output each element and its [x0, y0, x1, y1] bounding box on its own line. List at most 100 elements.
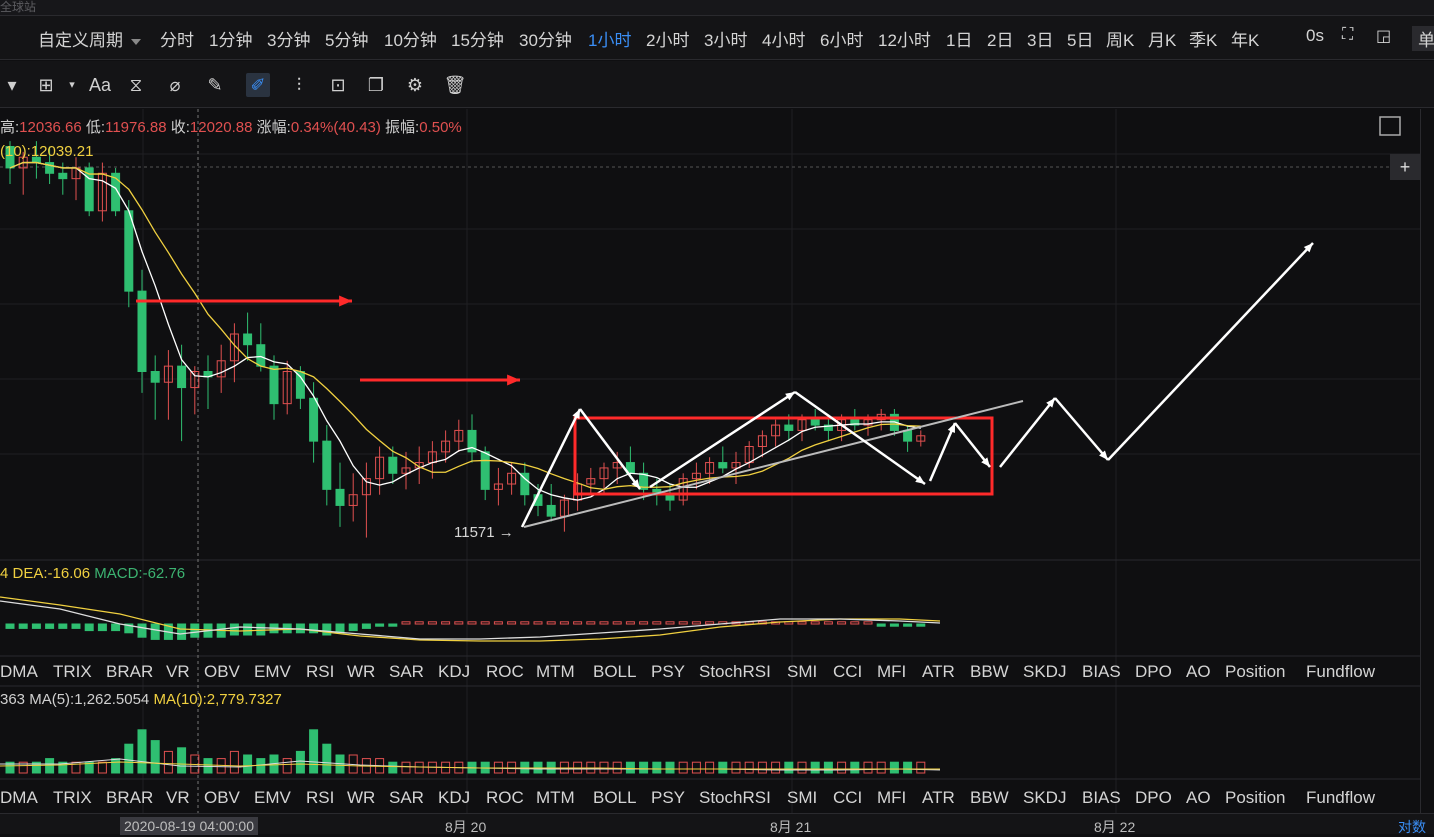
indicator-tab-bbw[interactable]: BBW: [970, 662, 1009, 682]
period-13[interactable]: 1日: [946, 26, 972, 51]
indicator-tab-smi[interactable]: SMI: [787, 662, 817, 682]
custom-period-dropdown[interactable]: 自定义周期: [38, 26, 141, 51]
indicator-tab-boll[interactable]: BOLL: [593, 662, 636, 682]
period-2[interactable]: 3分钟: [267, 26, 310, 51]
indicator-tab-stochrsi[interactable]: StochRSI: [699, 662, 771, 682]
indicator-tab-fundflow[interactable]: Fundflow: [1306, 788, 1375, 808]
indicator-tab-atr[interactable]: ATR: [922, 662, 955, 682]
indicator-tab-roc[interactable]: ROC: [486, 662, 524, 682]
indicator-tab-mtm[interactable]: MTM: [536, 662, 575, 682]
indicator-tab-obv[interactable]: OBV: [204, 662, 240, 682]
period-14[interactable]: 2日: [987, 26, 1013, 51]
period-20[interactable]: 年K: [1231, 26, 1259, 51]
period-4[interactable]: 10分钟: [384, 26, 437, 51]
period-7[interactable]: 1小时: [588, 26, 631, 51]
macd-bar: [810, 621, 820, 625]
indicator-tab-mfi[interactable]: MFI: [877, 662, 906, 682]
indicator-tab-dma[interactable]: DMA: [0, 788, 38, 808]
indicator-tab-rsi[interactable]: RSI: [306, 788, 334, 808]
toolbar-collapse-icon[interactable]: ▾: [0, 73, 24, 97]
indicator-tab-kdj[interactable]: KDJ: [438, 788, 470, 808]
period-9[interactable]: 3小时: [704, 26, 747, 51]
log-scale-toggle[interactable]: 对数: [1398, 817, 1426, 837]
period-12[interactable]: 12小时: [878, 26, 931, 51]
draw-pen-icon[interactable]: ✐: [246, 73, 270, 97]
period-3[interactable]: 5分钟: [325, 26, 368, 51]
period-19[interactable]: 季K: [1189, 26, 1217, 51]
period-11[interactable]: 6小时: [820, 26, 863, 51]
indicator-tab-mtm[interactable]: MTM: [536, 788, 575, 808]
ma10-line: [9, 161, 921, 491]
candle-body: [546, 504, 556, 517]
settings-icon[interactable]: ⚙: [403, 73, 427, 97]
indicator-tab-ao[interactable]: AO: [1186, 788, 1211, 808]
indicator-tab-emv[interactable]: EMV: [254, 662, 291, 682]
indicator-tab-wr[interactable]: WR: [347, 788, 375, 808]
right-tab[interactable]: 单: [1412, 26, 1434, 51]
indicator-tab-roc[interactable]: ROC: [486, 788, 524, 808]
site-label: 全球站: [0, 0, 37, 14]
indicator-tab-trix[interactable]: TRIX: [53, 662, 92, 682]
period-18[interactable]: 月K: [1148, 26, 1176, 51]
copy-icon[interactable]: ❐: [364, 73, 388, 97]
candle-body: [903, 429, 913, 442]
period-8[interactable]: 2小时: [646, 26, 689, 51]
period-15[interactable]: 3日: [1027, 26, 1053, 51]
period-17[interactable]: 周K: [1106, 26, 1134, 51]
indicator-tab-rsi[interactable]: RSI: [306, 662, 334, 682]
text-icon[interactable]: Aa: [86, 73, 114, 97]
volume-bar: [652, 761, 662, 774]
indicator-tab-brar[interactable]: BRAR: [106, 788, 153, 808]
indicator-tab-ao[interactable]: AO: [1186, 662, 1211, 682]
indicator-tab-sar[interactable]: SAR: [389, 788, 424, 808]
measure-icon[interactable]: ⌀: [163, 73, 187, 97]
indicator-tab-dma[interactable]: DMA: [0, 662, 38, 682]
indicator-tab-smi[interactable]: SMI: [787, 788, 817, 808]
indicator-tab-stochrsi[interactable]: StochRSI: [699, 788, 771, 808]
indicator-tab-vr[interactable]: VR: [166, 788, 190, 808]
period-0[interactable]: 分时: [160, 26, 194, 51]
indicator-tab-mfi[interactable]: MFI: [877, 788, 906, 808]
popout-icon[interactable]: ◲: [1376, 26, 1391, 46]
indicator-tab-position[interactable]: Position: [1225, 662, 1285, 682]
indicator-tab-psy[interactable]: PSY: [651, 662, 685, 682]
indicator-tab-position[interactable]: Position: [1225, 788, 1285, 808]
close-value: 12020.88: [189, 119, 253, 136]
ruler-icon[interactable]: ✎: [203, 73, 227, 97]
indicator-tab-cci[interactable]: CCI: [833, 788, 862, 808]
pattern-icon[interactable]: ⧖: [124, 73, 148, 97]
vol-ma5-value: 1,262.5054: [74, 691, 150, 708]
indicator-tab-dpo[interactable]: DPO: [1135, 662, 1172, 682]
period-6[interactable]: 30分钟: [519, 26, 572, 51]
indicator-tab-cci[interactable]: CCI: [833, 662, 862, 682]
indicator-tab-obv[interactable]: OBV: [204, 788, 240, 808]
indicator-tab-boll[interactable]: BOLL: [593, 788, 636, 808]
indicator-tab-brar[interactable]: BRAR: [106, 662, 153, 682]
indicator-tab-vr[interactable]: VR: [166, 662, 190, 682]
indicator-tab-trix[interactable]: TRIX: [53, 788, 92, 808]
magnet-icon[interactable]: ⫶: [287, 73, 311, 97]
indicator-tab-kdj[interactable]: KDJ: [438, 662, 470, 682]
trash-icon[interactable]: 🗑: [443, 73, 467, 97]
indicator-tab-fundflow[interactable]: Fundflow: [1306, 662, 1375, 682]
lock-icon[interactable]: ⊡: [326, 73, 350, 97]
fullscreen-icon[interactable]: ⛶: [1342, 26, 1353, 44]
period-5[interactable]: 15分钟: [451, 26, 504, 51]
period-16[interactable]: 5日: [1067, 26, 1093, 51]
indicator-tab-wr[interactable]: WR: [347, 662, 375, 682]
indicator-tab-skdj[interactable]: SKDJ: [1023, 788, 1066, 808]
volume-bar: [916, 761, 926, 774]
indicator-tab-bias[interactable]: BIAS: [1082, 788, 1121, 808]
indicator-tab-skdj[interactable]: SKDJ: [1023, 662, 1066, 682]
indicator-tab-psy[interactable]: PSY: [651, 788, 685, 808]
indicator-tab-bias[interactable]: BIAS: [1082, 662, 1121, 682]
indicator-tab-dpo[interactable]: DPO: [1135, 788, 1172, 808]
crosshair-menu-icon[interactable]: ▾: [60, 73, 84, 97]
indicator-tab-sar[interactable]: SAR: [389, 662, 424, 682]
crosshair-icon[interactable]: ⊞: [34, 73, 58, 97]
period-1[interactable]: 1分钟: [209, 26, 252, 51]
period-10[interactable]: 4小时: [762, 26, 805, 51]
indicator-tab-atr[interactable]: ATR: [922, 788, 955, 808]
indicator-tab-bbw[interactable]: BBW: [970, 788, 1009, 808]
indicator-tab-emv[interactable]: EMV: [254, 788, 291, 808]
